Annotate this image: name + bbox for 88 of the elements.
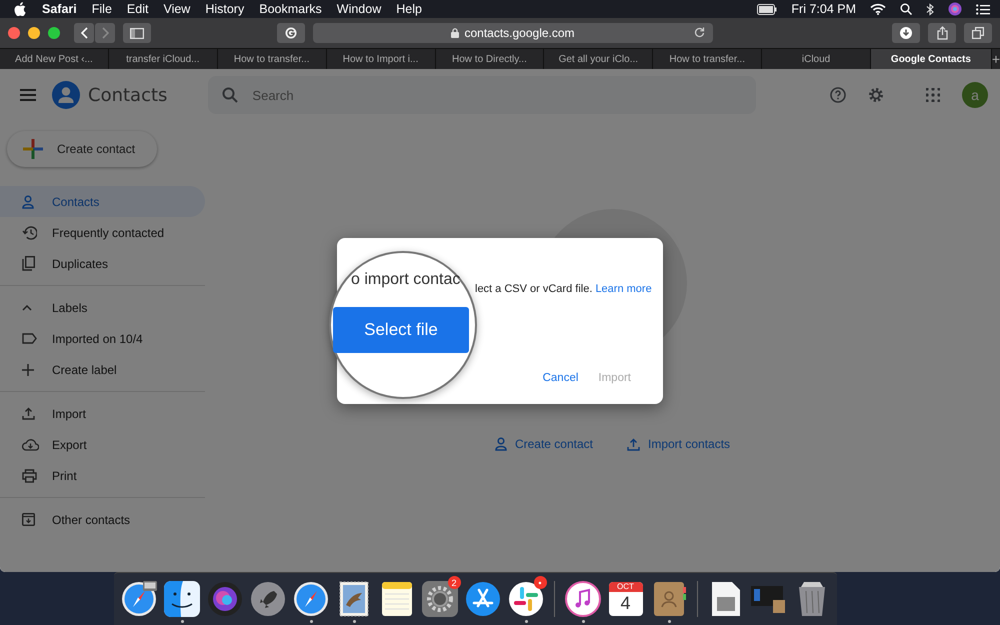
- sidebar-item[interactable]: Export: [0, 429, 205, 460]
- sidebar-button[interactable]: [123, 23, 151, 43]
- search-icon[interactable]: [900, 3, 912, 15]
- contacts-logo-icon: [52, 81, 80, 109]
- dialog-button[interactable]: Cancel: [542, 372, 578, 384]
- person-icon: [22, 194, 34, 208]
- minimize-button[interactable]: [28, 27, 40, 39]
- section-header[interactable]: Labels: [0, 292, 205, 323]
- downloads-button[interactable]: [892, 23, 920, 43]
- menu-item[interactable]: View: [163, 2, 190, 16]
- menu-clock[interactable]: Fri 7:04 PM: [791, 2, 856, 16]
- trash-icon[interactable]: [796, 581, 826, 617]
- list-icon[interactable]: [976, 4, 990, 14]
- reload-icon[interactable]: [694, 27, 705, 38]
- hash-app-icon[interactable]: [508, 581, 544, 617]
- bluetooth-icon[interactable]: [926, 2, 934, 16]
- apple-logo-icon[interactable]: [14, 2, 26, 16]
- dialog-text: lect a CSV or vCard file. Learn more: [475, 283, 652, 297]
- chevron-left-icon: [80, 27, 88, 39]
- plus-icon: [22, 364, 34, 376]
- siri-icon[interactable]: [948, 2, 962, 16]
- document-icon[interactable]: [710, 581, 740, 617]
- menu-item[interactable]: Help: [396, 2, 422, 16]
- close-button[interactable]: [8, 27, 20, 39]
- tabs-icon: [972, 27, 984, 39]
- magnified-heading: o import contac: [351, 271, 460, 289]
- app-store-icon[interactable]: [464, 581, 500, 617]
- menu-item[interactable]: Safari: [42, 2, 77, 16]
- calendar-app-icon[interactable]: OCT 4: [608, 582, 642, 616]
- sidebar-item[interactable]: Imported on 10/4: [0, 323, 205, 354]
- sidebar-item[interactable]: Frequently contacted: [0, 217, 205, 248]
- label-icon: [22, 333, 37, 344]
- g-logo-icon: [285, 27, 297, 39]
- face-app-icon[interactable]: [164, 581, 200, 617]
- plus-icon: [23, 139, 43, 159]
- share-icon: [936, 26, 948, 40]
- notification-badge: 2: [448, 576, 460, 589]
- siri-app-icon[interactable]: [206, 581, 242, 617]
- apps-grid-icon[interactable]: [926, 88, 940, 102]
- menu-icon[interactable]: [20, 89, 36, 101]
- browser-tab[interactable]: Google Contacts: [871, 49, 992, 69]
- search-icon: [222, 87, 238, 103]
- app-title: Contacts: [88, 84, 168, 106]
- learn-more-link[interactable]: Learn more: [595, 283, 652, 295]
- lock-icon: [451, 28, 460, 38]
- sidebar-icon: [130, 28, 144, 38]
- menu-item[interactable]: Edit: [126, 2, 148, 16]
- history-icon: [22, 226, 37, 240]
- cloud-download-icon: [22, 438, 39, 450]
- select-file-button[interactable]: Select file: [333, 307, 469, 353]
- gear-app-icon[interactable]: [422, 581, 458, 617]
- chevron-right-icon: [102, 27, 108, 39]
- zoom-button[interactable]: [48, 27, 60, 39]
- sidebar-item[interactable]: Import: [0, 398, 205, 429]
- settings-icon[interactable]: [868, 87, 884, 103]
- share-button[interactable]: [928, 23, 956, 43]
- copy-icon: [22, 256, 35, 271]
- sidebar-item[interactable]: Create label: [0, 354, 205, 385]
- sidebar-item[interactable]: Duplicates: [0, 248, 205, 279]
- compass-app-icon[interactable]: [292, 581, 328, 617]
- notification-badge: •: [534, 576, 546, 589]
- menu-item[interactable]: Bookmarks: [259, 2, 322, 16]
- person-icon: [494, 437, 507, 451]
- compass-app-icon[interactable]: [120, 581, 156, 617]
- menu-item[interactable]: File: [92, 2, 112, 16]
- sidebar-item[interactable]: Other contacts: [0, 504, 205, 535]
- upload-icon: [22, 407, 35, 420]
- archive-icon: [22, 513, 35, 526]
- back-button[interactable]: [74, 23, 94, 43]
- help-icon[interactable]: [830, 87, 846, 103]
- create-contact-button[interactable]: Create contact: [7, 131, 157, 167]
- url-text: contacts.google.com: [464, 26, 575, 40]
- upload-icon: [627, 438, 640, 450]
- battery-icon[interactable]: [757, 4, 778, 14]
- screenshot-thumbnail-icon[interactable]: [750, 584, 786, 614]
- menu-item[interactable]: History: [205, 2, 244, 16]
- printer-icon: [22, 468, 37, 482]
- address-bar[interactable]: contacts.google.com: [313, 23, 713, 43]
- chevron-up-icon: [22, 304, 32, 310]
- sidebar-item[interactable]: Print: [0, 460, 205, 491]
- wifi-icon[interactable]: [870, 3, 886, 15]
- download-icon: [900, 27, 912, 39]
- extension-button[interactable]: [277, 23, 305, 43]
- menu-item[interactable]: Window: [336, 2, 382, 16]
- tabs-overview-button[interactable]: [964, 23, 992, 43]
- rocket-app-icon[interactable]: [250, 581, 286, 617]
- music-note-app-icon[interactable]: [564, 581, 600, 617]
- search-field[interactable]: Search: [208, 76, 756, 114]
